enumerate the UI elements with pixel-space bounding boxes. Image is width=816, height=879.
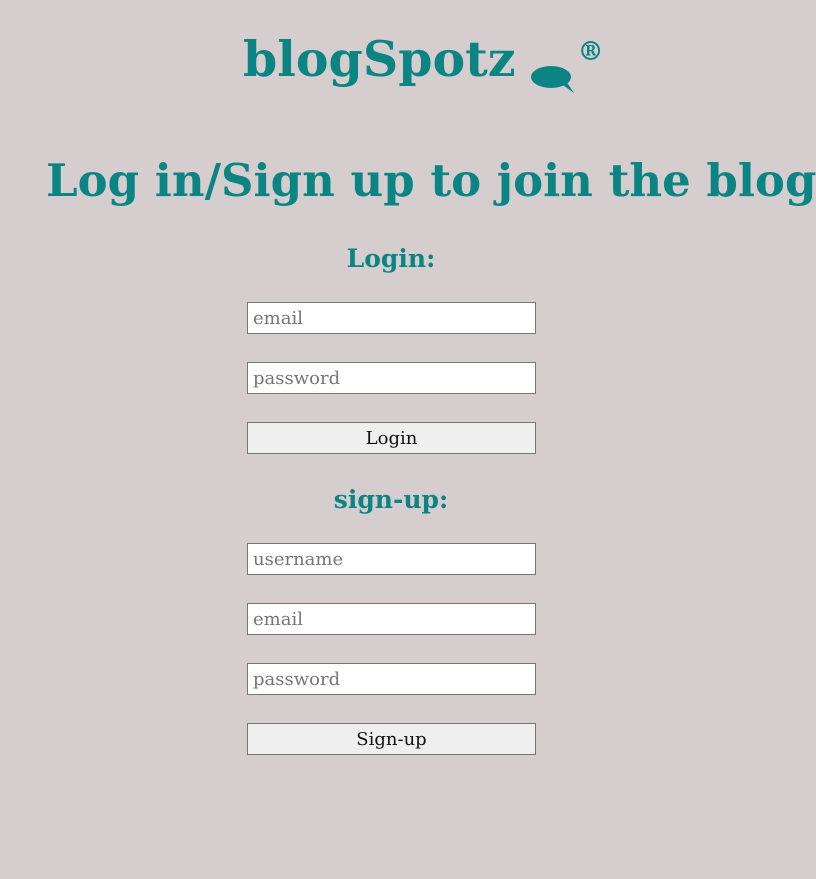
brand-name: blogSpotz <box>243 30 516 88</box>
registered-mark: ® <box>577 37 604 67</box>
page-headline: Log in/Sign up to join the blog!! <box>46 154 816 207</box>
login-section-title: Login: <box>346 244 436 273</box>
brand-logo: blogSpotz ® <box>243 28 604 93</box>
signup-username-input[interactable] <box>247 543 536 575</box>
login-button[interactable]: Login <box>247 422 536 454</box>
login-email-input[interactable] <box>247 302 536 334</box>
signup-password-input[interactable] <box>247 663 536 695</box>
signup-email-input[interactable] <box>247 603 536 635</box>
login-password-input[interactable] <box>247 362 536 394</box>
signup-button[interactable]: Sign-up <box>247 723 536 755</box>
speech-bubble-icon <box>530 46 576 93</box>
signup-section-title: sign-up: <box>333 485 449 514</box>
